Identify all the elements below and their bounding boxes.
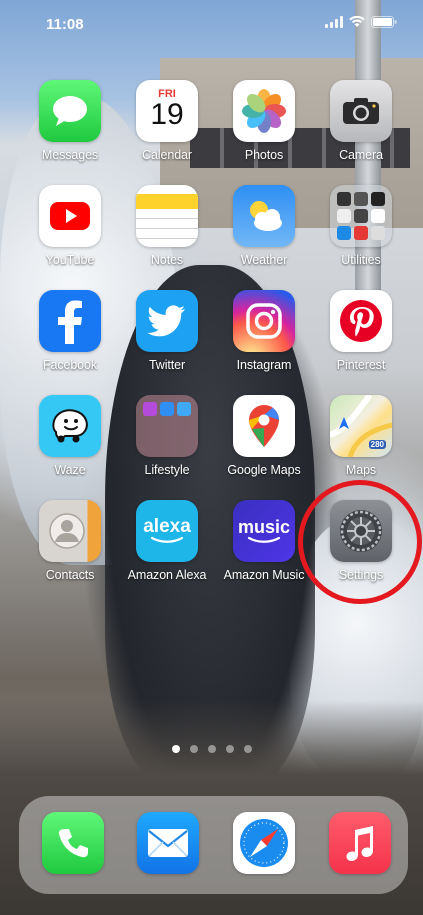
app-label: Messages [41, 148, 99, 162]
facebook-icon [39, 290, 101, 352]
wifi-icon [349, 16, 365, 28]
page-dot[interactable] [225, 745, 234, 753]
app-contacts[interactable]: Contacts [22, 500, 118, 582]
phone-icon [42, 812, 104, 874]
folder-icon [330, 185, 392, 247]
app-label: Facebook [42, 358, 98, 372]
app-label: Twitter [148, 358, 186, 372]
camera-icon [330, 80, 392, 142]
app-waze[interactable]: Waze [22, 395, 118, 477]
status-bar: 11:08 [0, 0, 423, 44]
app-calendar[interactable]: FRI 19 Calendar [119, 80, 215, 162]
instagram-camera-icon [233, 290, 295, 352]
app-label: Calendar [142, 148, 192, 162]
app-label: Lifestyle [144, 463, 190, 477]
dock-app-mail[interactable] [120, 812, 216, 874]
dock-app-music[interactable] [312, 812, 408, 874]
dock-app-safari[interactable] [216, 812, 312, 874]
app-facebook[interactable]: Facebook [22, 290, 118, 372]
app-label: Google Maps [227, 463, 301, 477]
app-google-maps[interactable]: Google Maps [216, 395, 312, 477]
app-lifestyle-folder[interactable]: Lifestyle [119, 395, 215, 477]
youtube-icon [39, 185, 101, 247]
google-maps-pin-icon [233, 395, 295, 457]
calendar-date: 19 [150, 98, 184, 131]
folder-icon [136, 395, 198, 457]
messages-icon [39, 80, 101, 142]
mail-envelope-icon [137, 812, 199, 874]
wallpaper-pole [355, 0, 381, 330]
photos-icon [233, 80, 295, 142]
app-label: Photos [244, 148, 284, 162]
music-note-icon [329, 812, 391, 874]
app-youtube[interactable]: YouTube [22, 185, 118, 267]
app-utilities-folder[interactable]: Utilities [313, 185, 409, 267]
app-label: Contacts [45, 568, 95, 582]
app-instagram[interactable]: Instagram [216, 290, 312, 372]
page-indicator[interactable] [0, 745, 423, 753]
dock-app-phone[interactable] [25, 812, 121, 874]
maps-icon: 280 [330, 395, 392, 457]
music-wordmark: music [237, 517, 291, 537]
app-pinterest[interactable]: Pinterest [313, 290, 409, 372]
app-notes[interactable]: Notes [119, 185, 215, 267]
app-label: Waze [54, 463, 86, 477]
home-screen: 11:08 Messages FRI 19 Calendar Photos Ca… [0, 0, 423, 915]
amazon-music-icon: music [233, 500, 295, 562]
status-time: 11:08 [46, 16, 84, 33]
app-label: Notes [150, 253, 184, 267]
status-icons [325, 16, 397, 28]
waze-icon [39, 395, 101, 457]
app-photos[interactable]: Photos [216, 80, 312, 162]
page-dot[interactable] [243, 745, 252, 753]
app-label: Amazon Alexa [127, 568, 207, 582]
contacts-icon [39, 500, 101, 562]
app-label: Camera [339, 148, 383, 162]
settings-highlight-circle [298, 480, 422, 604]
app-maps[interactable]: 280 Maps [313, 395, 409, 477]
app-messages[interactable]: Messages [22, 80, 118, 162]
app-label: Instagram [236, 358, 292, 372]
app-label: Pinterest [336, 358, 386, 372]
alexa-wordmark: alexa [143, 516, 191, 537]
amazon-alexa-icon: alexa [136, 500, 198, 562]
battery-icon [371, 16, 397, 28]
app-label: Utilities [341, 253, 381, 267]
app-weather[interactable]: Weather [216, 185, 312, 267]
calendar-icon: FRI 19 [136, 80, 198, 142]
app-twitter[interactable]: Twitter [119, 290, 215, 372]
pinterest-icon [330, 290, 392, 352]
dock [19, 796, 408, 894]
highway-shield-label: 280 [368, 440, 386, 449]
weather-icon [233, 185, 295, 247]
app-label: Amazon Music [223, 568, 305, 582]
safari-compass-icon [233, 812, 295, 874]
page-dot[interactable] [171, 745, 180, 753]
cellular-signal-icon [325, 16, 343, 28]
app-label: Maps [345, 463, 377, 477]
app-label: Weather [240, 253, 288, 267]
twitter-bird-icon [136, 290, 198, 352]
app-amazon-alexa[interactable]: alexa Amazon Alexa [119, 500, 215, 582]
app-label: YouTube [45, 253, 95, 267]
page-dot[interactable] [207, 745, 216, 753]
app-camera[interactable]: Camera [313, 80, 409, 162]
notes-icon [136, 185, 198, 247]
page-dot[interactable] [189, 745, 198, 753]
